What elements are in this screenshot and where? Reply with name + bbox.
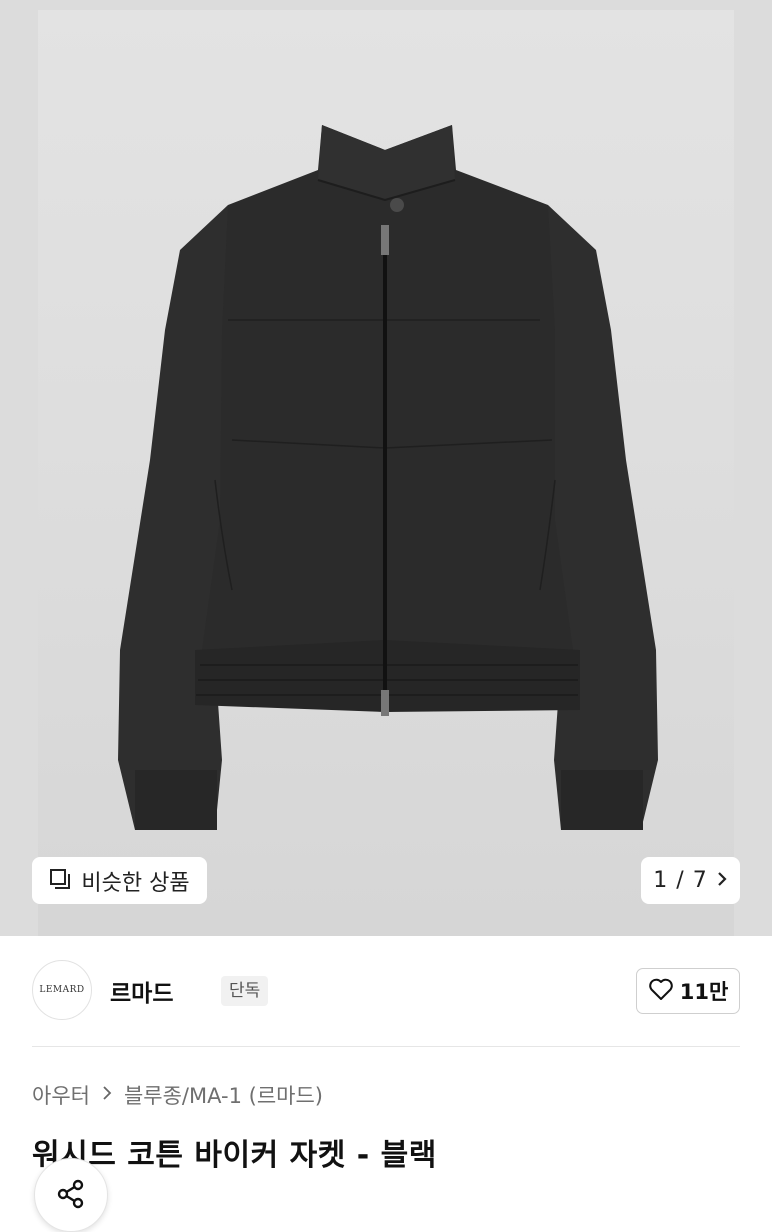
similar-items-button[interactable]: 비슷한 상품 [32, 857, 207, 904]
similar-items-label: 비슷한 상품 [81, 870, 190, 896]
brand-name[interactable]: 르마드 [110, 974, 173, 1008]
brand-logo-text: LEMARD [39, 985, 85, 995]
like-count: 11만 [679, 980, 729, 1004]
exclusive-badge: 단독 [221, 976, 269, 1006]
product-photo-jacket [118, 125, 658, 830]
heart-icon [648, 977, 674, 1005]
chevron-right-icon [102, 1085, 112, 1106]
breadcrumb-item-outer[interactable]: 아우터 [32, 1080, 90, 1110]
share-icon [54, 1177, 88, 1215]
breadcrumb: 아우터 블루종/MA-1 (르마드) [32, 1080, 323, 1110]
image-pager-text: 1 / 7 [653, 868, 708, 893]
divider [32, 1046, 740, 1047]
chevron-right-icon [716, 870, 728, 892]
image-pager-button[interactable]: 1 / 7 [641, 857, 740, 904]
share-button[interactable] [34, 1158, 108, 1232]
like-button[interactable]: 11만 [636, 968, 740, 1014]
breadcrumb-item-category[interactable]: 블루종/MA-1 (르마드) [124, 1080, 323, 1110]
similar-items-icon [49, 868, 71, 894]
product-image-gallery[interactable]: 비슷한 상품 1 / 7 [0, 0, 772, 936]
brand-row: LEMARD 르마드 단독 11만 [32, 960, 740, 1022]
brand-logo[interactable]: LEMARD [32, 960, 92, 1020]
